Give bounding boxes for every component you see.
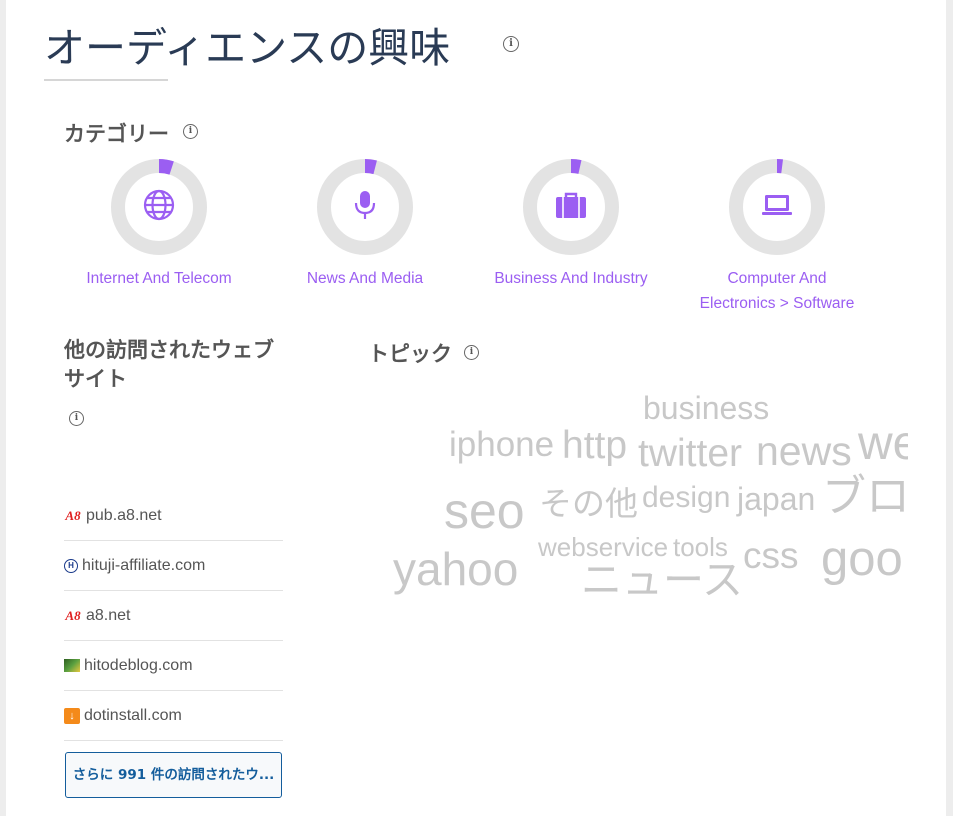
page-title: オーディエンスの興味 (44, 24, 451, 72)
ring-share-arc (158, 159, 174, 175)
topic-word[interactable]: goo (821, 535, 903, 584)
category-label: News And Media (306, 270, 424, 287)
ring-share-arc (364, 159, 377, 175)
site-item[interactable]: A8 a8.net (64, 591, 283, 641)
topics-info-icon[interactable]: i (464, 345, 479, 360)
title-underline (44, 79, 168, 81)
a8-favicon-icon: A8 (65, 507, 81, 523)
topic-word[interactable]: news (756, 431, 852, 472)
site-domain: hituji-affiliate.com (82, 556, 206, 574)
globe-icon (143, 189, 175, 221)
dotinstall-favicon-icon: ↓ (64, 707, 80, 724)
info-icon[interactable]: i (503, 36, 519, 52)
topic-word[interactable]: ニュース (581, 560, 743, 601)
other-sites-heading: 他の訪問されたウェブサイト (64, 338, 274, 391)
site-item[interactable]: ↓ dotinstall.com (64, 691, 283, 741)
topic-word[interactable]: we (858, 420, 908, 468)
category-business-and-industry[interactable]: Business And Industry (471, 158, 671, 291)
show-more-sites-button[interactable]: さらに 991 件の訪問されたウ... (65, 752, 282, 798)
hitodeblog-favicon-icon (64, 659, 80, 672)
category-computer-and-electronics-software[interactable]: Computer And Electronics > Software (677, 158, 877, 316)
category-label: Business And Industry (494, 270, 648, 287)
topic-word[interactable]: twitter (638, 434, 742, 473)
category-news-and-media[interactable]: News And Media (265, 158, 465, 291)
category-label-line1: Computer And (727, 270, 827, 287)
site-list: A8 pub.a8.net H hituji-affiliate.com A8 … (64, 491, 283, 741)
other-sites-info-icon[interactable]: i (69, 411, 84, 426)
site-item[interactable]: H hituji-affiliate.com (64, 541, 283, 591)
topic-word-cloud: business iphone http twitter news we seo… (366, 380, 908, 620)
site-domain: a8.net (86, 606, 131, 624)
site-item[interactable]: A8 pub.a8.net (64, 491, 283, 541)
category-label: Internet And Telecom (86, 270, 232, 287)
topics-heading: トピック (368, 342, 452, 366)
categories-heading: カテゴリー (64, 122, 169, 146)
category-label-line2: Electronics > Software (699, 295, 855, 312)
topic-word[interactable]: business (643, 392, 769, 424)
topic-word[interactable]: design (642, 483, 730, 513)
briefcase-icon (556, 192, 586, 218)
site-domain: pub.a8.net (86, 506, 162, 524)
a8-favicon-icon: A8 (65, 607, 81, 623)
topic-word[interactable]: ブロ (822, 475, 908, 519)
topic-word[interactable]: japan (737, 483, 815, 515)
topic-word[interactable]: iphone (449, 427, 554, 462)
topic-word[interactable]: yahoo (393, 546, 518, 592)
site-item[interactable]: hitodeblog.com (64, 641, 283, 691)
ring-share-arc (570, 159, 582, 174)
topic-word[interactable]: http (562, 426, 627, 465)
topic-word[interactable]: seo (444, 486, 525, 536)
laptop-icon (762, 195, 792, 215)
category-internet-and-telecom[interactable]: Internet And Telecom (59, 158, 259, 291)
hituji-favicon-icon: H (64, 558, 78, 573)
topic-word[interactable]: css (743, 537, 799, 574)
site-domain: dotinstall.com (84, 706, 182, 724)
categories-info-icon[interactable]: i (183, 124, 198, 139)
topic-word[interactable]: その他 (539, 487, 638, 520)
category-label: Computer And Electronics > Software (677, 266, 877, 316)
audience-interests-panel: オーディエンスの興味 i カテゴリー i Internet And Teleco… (6, 0, 946, 816)
microphone-icon (354, 191, 376, 219)
site-domain: hitodeblog.com (84, 656, 193, 674)
